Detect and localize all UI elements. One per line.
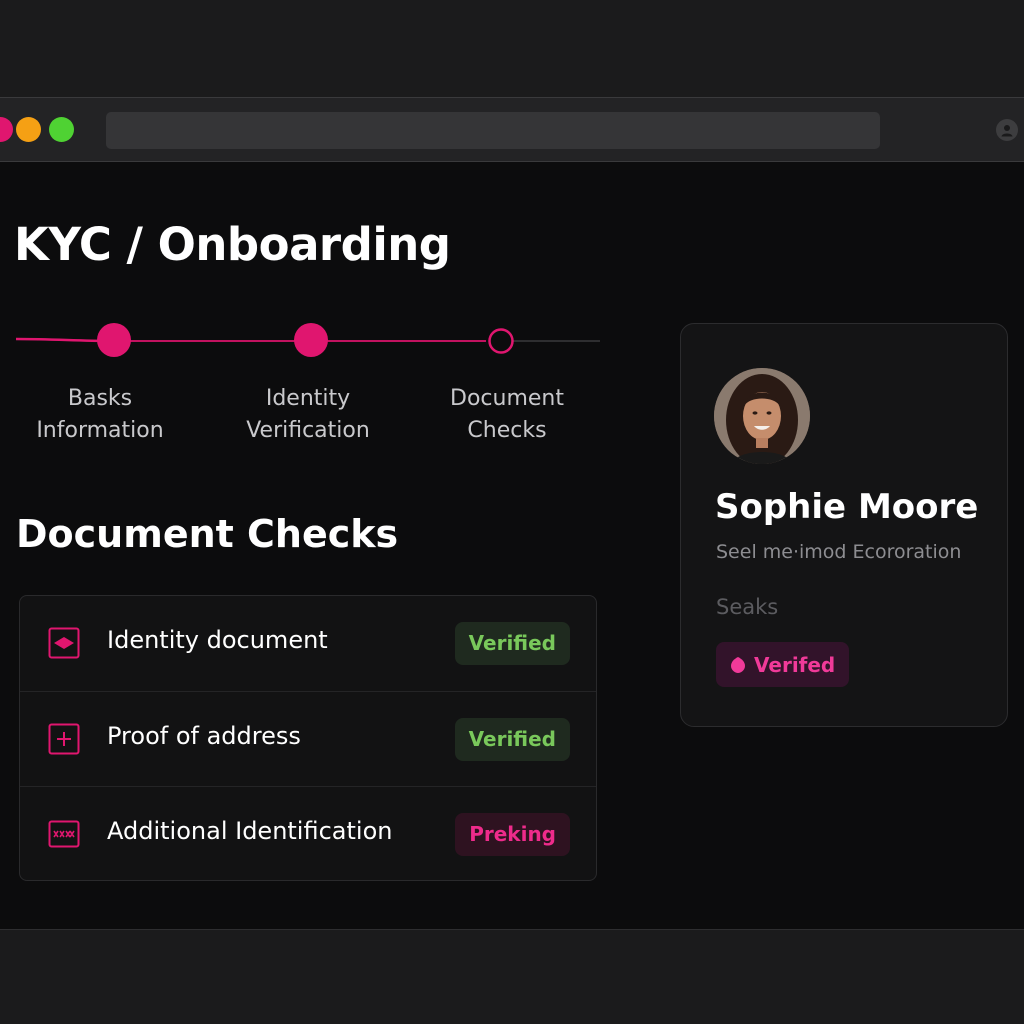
document-checks-list: Identity document Verified Proof of addr… [19,595,597,881]
address-bar[interactable] [106,112,880,149]
profile-card: Sophie Moore Seel me·imod Ecororation Se… [680,323,1008,727]
minimize-window-button[interactable] [16,117,41,142]
screen: KYC / Onboarding Basks Information Ident… [0,0,1024,1024]
profile-photo [714,368,810,464]
close-window-button[interactable] [0,117,13,142]
account-icon[interactable] [996,119,1018,141]
check-label: Additional Identification [107,817,393,845]
status-badge: Preking [455,813,570,856]
id-card-icon [48,627,80,659]
check-label: Proof of address [107,722,301,750]
step-marker-complete[interactable] [294,323,328,357]
list-item[interactable]: Identity document Verified [20,596,596,691]
id-strip-icon [48,820,80,848]
step-label-basic-information[interactable]: Basks Information [0,383,200,447]
list-item[interactable]: Proof of address Verified [20,691,596,787]
avatar [714,368,810,464]
verified-badge: Verifed [716,642,850,687]
step-label-line: Identity [265,386,351,411]
step-label-line: Checks [467,418,547,443]
person-icon [1001,125,1013,137]
browser-window: KYC / Onboarding Basks Information Ident… [0,97,1024,930]
step-label-line: Basks [67,386,133,411]
list-item[interactable]: Additional Identification Preking [20,786,596,882]
verified-badge-label: Verifed [754,652,836,677]
step-label-line: Document [450,386,564,411]
step-marker-complete[interactable] [97,323,131,357]
step-label-line: Verification [246,418,370,443]
step-label-identity-verification[interactable]: Identity Verification [208,383,408,447]
profile-field-label: Seaks [716,595,779,619]
plus-document-icon [48,723,80,755]
maximize-window-button[interactable] [49,117,74,142]
main-content: KYC / Onboarding Basks Information Ident… [0,162,1024,931]
browser-titlebar [0,98,1024,162]
check-label: Identity document [107,626,328,654]
profile-company: Seel me·imod Ecororation [716,541,962,563]
status-badge: Verified [454,718,570,761]
section-title: Document Checks [16,512,399,556]
step-marker-current[interactable] [488,328,514,354]
status-badge: Verified [454,622,570,665]
stepper-track [16,323,600,357]
step-label-line: Information [36,418,164,443]
badge-shield-icon [731,656,745,673]
step-label-document-checks[interactable]: Document Checks [407,383,607,447]
page-title: KYC / Onboarding [14,218,451,271]
onboarding-stepper [16,322,600,362]
profile-name: Sophie Moore [715,487,979,527]
